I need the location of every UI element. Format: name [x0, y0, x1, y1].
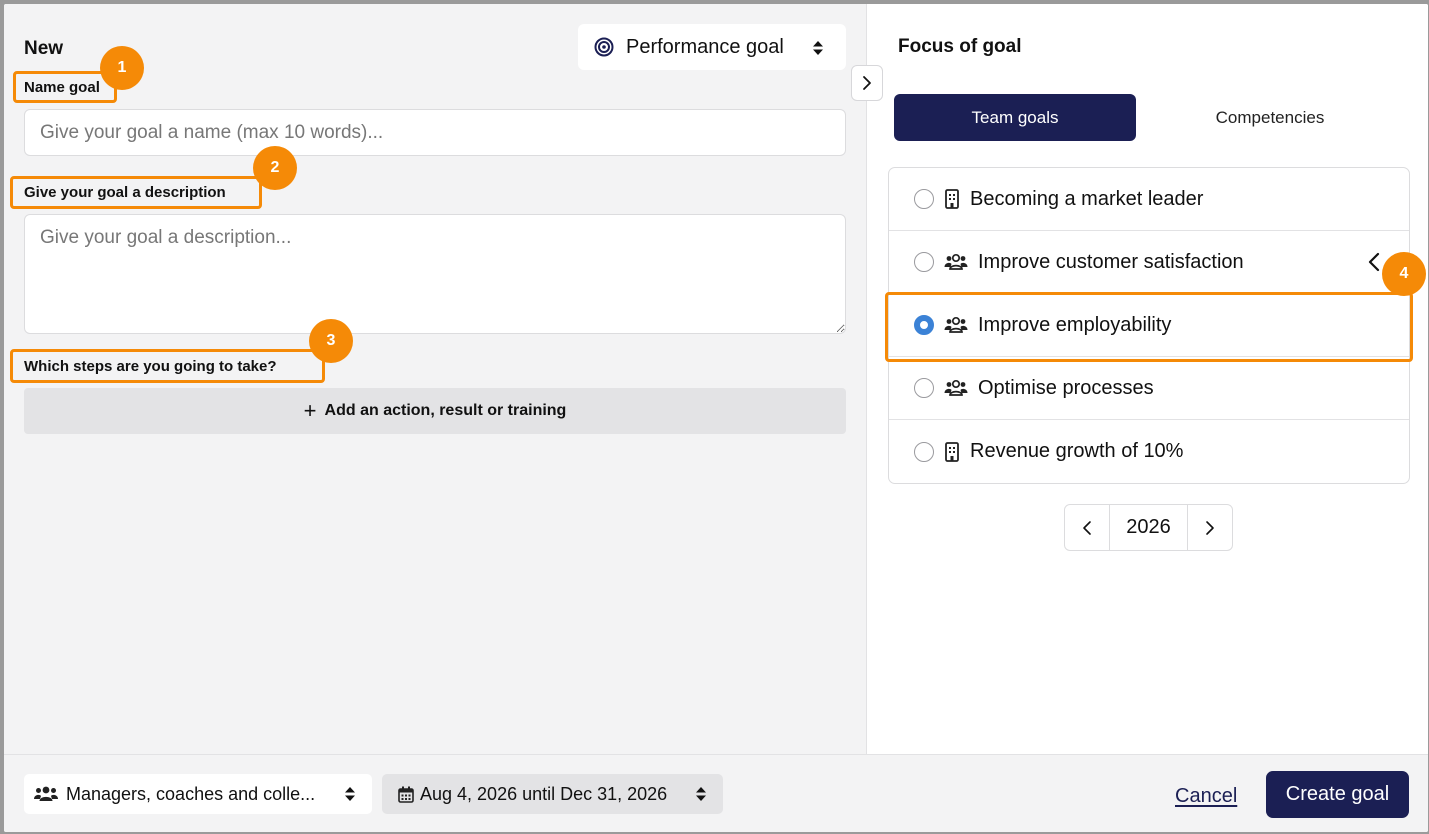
plus-icon: + [303, 398, 317, 423]
goal-focus-list: Becoming a market leader Improve custome… [888, 167, 1410, 484]
radio-button[interactable] [914, 441, 934, 462]
radio-button[interactable] [914, 378, 934, 398]
chevron-left-icon [1368, 252, 1380, 272]
sort-updown-icon [813, 41, 823, 55]
tab-competencies[interactable]: Competencies [1149, 94, 1391, 141]
building-icon [945, 189, 959, 209]
goal-label: Revenue growth of 10% [970, 440, 1184, 462]
users-icon [34, 785, 58, 803]
name-goal-label: Name goal [24, 79, 100, 96]
annotation-badge-2: 2 [253, 146, 297, 190]
goal-type-value: Performance goal [626, 35, 784, 58]
collapse-panel-button[interactable] [851, 65, 883, 101]
add-step-label: Add an action, result or training [324, 402, 567, 419]
radio-button[interactable] [914, 189, 934, 209]
annotation-badge-4: 4 [1382, 252, 1426, 296]
dialog-footer: Managers, coaches and colle... Aug 4, 20… [4, 754, 1428, 832]
steps-label: Which steps are you going to take? [24, 358, 277, 375]
form-title: New [24, 38, 64, 59]
annotation-badge-3: 3 [309, 319, 353, 363]
goal-label: Improve employability [978, 313, 1172, 336]
team-icon [944, 316, 968, 333]
goal-label: Improve customer satisfaction [978, 250, 1244, 273]
team-icon [944, 253, 968, 270]
date-range-value: Aug 4, 2026 until Dec 31, 2026 [420, 783, 668, 804]
cancel-link[interactable]: Cancel [1175, 785, 1237, 808]
list-item-improve-customer-satisfaction[interactable]: Improve customer satisfaction [889, 231, 1409, 294]
goal-type-select[interactable]: Performance goal [578, 24, 846, 70]
list-item-revenue-growth[interactable]: Revenue growth of 10% [889, 420, 1409, 483]
add-step-button[interactable]: + Add an action, result or training [24, 388, 846, 434]
date-range-select[interactable]: Aug 4, 2026 until Dec 31, 2026 [382, 774, 723, 814]
annotation-badge-1: 1 [100, 46, 144, 90]
chevron-left-icon [1083, 520, 1091, 535]
list-item-becoming-market-leader[interactable]: Becoming a market leader [889, 168, 1409, 231]
radio-button-selected[interactable] [914, 315, 934, 335]
radio-button[interactable] [914, 252, 934, 272]
create-goal-dialog: New Performance goal Name goal 1 Give yo… [4, 4, 1428, 832]
chevron-right-icon [1206, 520, 1214, 535]
list-item-improve-employability[interactable]: Improve employability [889, 294, 1409, 357]
building-icon [945, 441, 959, 462]
year-pager: 2026 [1064, 504, 1233, 551]
audience-select[interactable]: Managers, coaches and colle... [24, 774, 372, 814]
chevron-right-icon [863, 76, 871, 90]
next-year-button[interactable] [1188, 505, 1232, 550]
goal-form-panel: New Performance goal Name goal 1 Give yo… [4, 4, 866, 754]
target-icon [594, 37, 614, 57]
tab-team-goals[interactable]: Team goals [894, 94, 1136, 141]
goal-label: Becoming a market leader [970, 187, 1204, 210]
previous-year-button[interactable] [1065, 505, 1109, 550]
create-goal-button[interactable]: Create goal [1266, 771, 1409, 818]
sort-updown-icon [696, 787, 706, 801]
sort-updown-icon [345, 787, 355, 801]
goal-name-input[interactable] [24, 109, 846, 156]
year-value: 2026 [1109, 505, 1188, 550]
focus-title: Focus of goal [898, 36, 1022, 57]
team-icon [944, 379, 968, 396]
calendar-icon [398, 786, 414, 803]
goal-label: Optimise processes [978, 376, 1154, 399]
audience-value: Managers, coaches and colle... [66, 783, 316, 804]
description-label: Give your goal a description [24, 184, 226, 201]
goal-description-textarea[interactable] [24, 214, 846, 334]
list-item-optimise-processes[interactable]: Optimise processes [889, 357, 1409, 420]
focus-panel: Focus of goal Team goals Competencies Be… [866, 4, 1428, 754]
